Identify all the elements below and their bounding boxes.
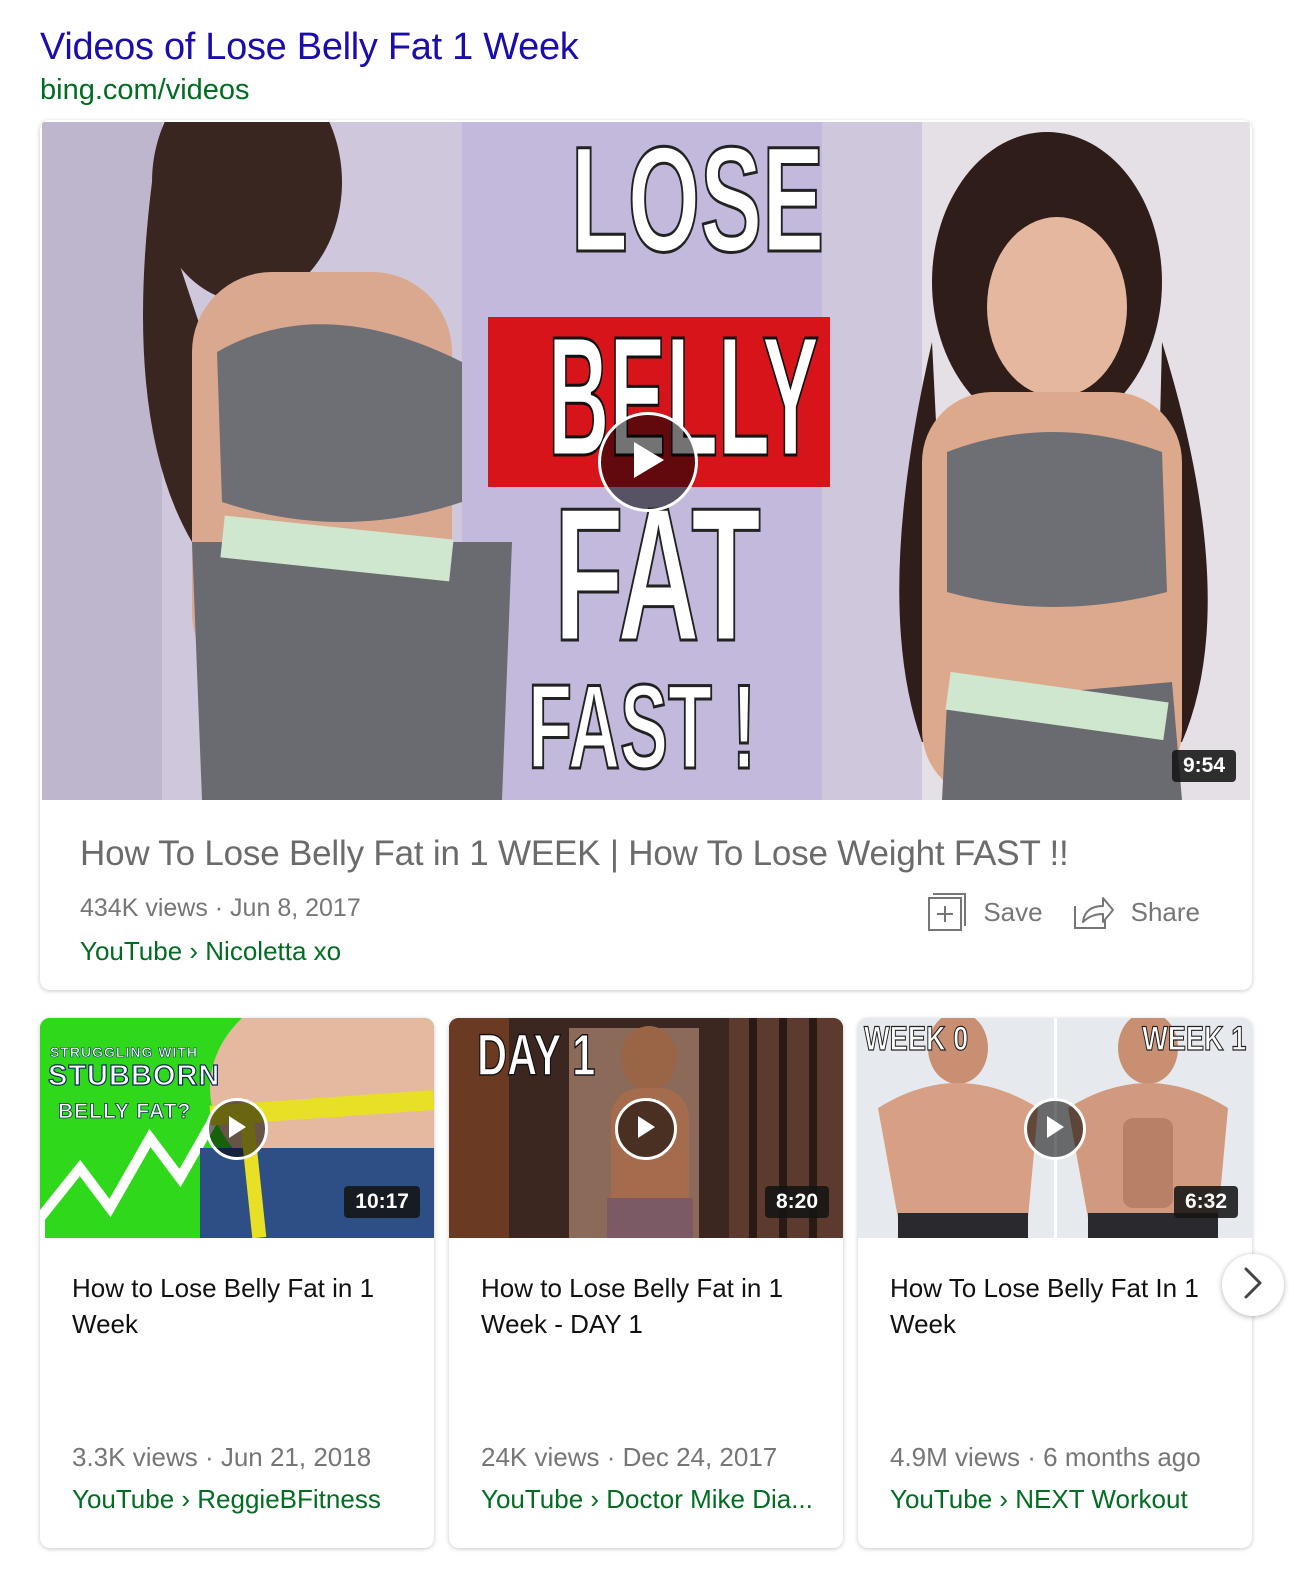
video-card[interactable]: DAY 1 8:20 How to Lose Belly Fat in 1 We… (449, 1018, 843, 1548)
featured-video-card[interactable]: LOSE BELLY FAT FAST ! 9:54 How To Lose B… (40, 120, 1252, 990)
carousel-next-button[interactable] (1222, 1254, 1284, 1316)
thumb-text-fast: FAST ! (527, 660, 757, 794)
video-card[interactable]: WEEK 0 WEEK 1 6:32 How To Lose Belly Fat… (858, 1018, 1252, 1548)
thumb-text-week0: WEEK 0 (864, 1019, 969, 1058)
chevron-right-icon (1242, 1266, 1264, 1305)
thumb-text-day1: DAY 1 (476, 1022, 596, 1089)
featured-video-source[interactable]: YouTube › Nicoletta xo (80, 936, 341, 967)
videos-title-link[interactable]: Videos of Lose Belly Fat 1 Week (40, 24, 579, 70)
video-title[interactable]: How to Lose Belly Fat in 1 Week - DAY 1 (481, 1270, 801, 1342)
save-button[interactable]: Save (927, 892, 1043, 932)
play-icon (635, 1114, 657, 1145)
play-icon (1044, 1114, 1066, 1145)
duration-badge: 6:32 (1173, 1186, 1238, 1218)
play-icon (226, 1114, 248, 1145)
video-title[interactable]: How to Lose Belly Fat in 1 Week (72, 1270, 392, 1342)
video-thumbnail[interactable]: STRUGGLING WITH STUBBORN BELLY FAT? 10:1… (40, 1018, 434, 1238)
video-thumbnail[interactable]: DAY 1 8:20 (449, 1018, 843, 1238)
play-icon (628, 438, 668, 487)
share-arrow-icon (1073, 894, 1115, 930)
play-button[interactable] (1024, 1098, 1086, 1160)
featured-video-info: How To Lose Belly Fat in 1 WEEK | How To… (40, 800, 1252, 990)
featured-play-button[interactable] (598, 412, 698, 512)
thumb-text-stubborn: STUBBORN (47, 1059, 221, 1092)
play-button[interactable] (615, 1098, 677, 1160)
results-header: Videos of Lose Belly Fat 1 Week bing.com… (40, 24, 579, 108)
video-source[interactable]: YouTube › NEXT Workout (890, 1484, 1188, 1515)
video-card[interactable]: STRUGGLING WITH STUBBORN BELLY FAT? 10:1… (40, 1018, 434, 1548)
thumb-text-struggling: STRUGGLING WITH (50, 1044, 198, 1061)
share-button[interactable]: Share (1073, 894, 1200, 930)
featured-duration-badge: 9:54 (1171, 750, 1236, 782)
duration-badge: 8:20 (764, 1186, 829, 1218)
save-plus-icon (927, 892, 967, 932)
share-label: Share (1130, 896, 1200, 927)
thumb-text-belly-fat: BELLY FAT? (58, 1100, 192, 1124)
featured-actions: Save Share (897, 892, 1200, 932)
video-source[interactable]: YouTube › ReggieBFitness (72, 1484, 381, 1515)
site-url: bing.com/videos (40, 74, 250, 106)
featured-video-thumbnail[interactable]: LOSE BELLY FAT FAST ! 9:54 (42, 122, 1250, 800)
video-meta: 3.3K views · Jun 21, 2018 (72, 1442, 372, 1472)
featured-video-meta: 434K views · Jun 8, 2017 (80, 894, 361, 922)
thumb-text-lose: LOSE (570, 122, 825, 283)
video-meta: 4.9M views · 6 months ago (890, 1442, 1201, 1472)
video-meta: 24K views · Dec 24, 2017 (481, 1442, 778, 1472)
video-title[interactable]: How To Lose Belly Fat In 1 Week (890, 1270, 1210, 1342)
featured-video-title[interactable]: How To Lose Belly Fat in 1 WEEK | How To… (80, 834, 1069, 874)
duration-badge: 10:17 (344, 1186, 420, 1218)
save-label: Save (983, 896, 1043, 927)
play-button[interactable] (206, 1098, 268, 1160)
thumb-text-week1: WEEK 1 (1141, 1019, 1246, 1058)
video-source[interactable]: YouTube › Doctor Mike Dia... (481, 1484, 813, 1515)
video-thumbnail[interactable]: WEEK 0 WEEK 1 6:32 (858, 1018, 1252, 1238)
